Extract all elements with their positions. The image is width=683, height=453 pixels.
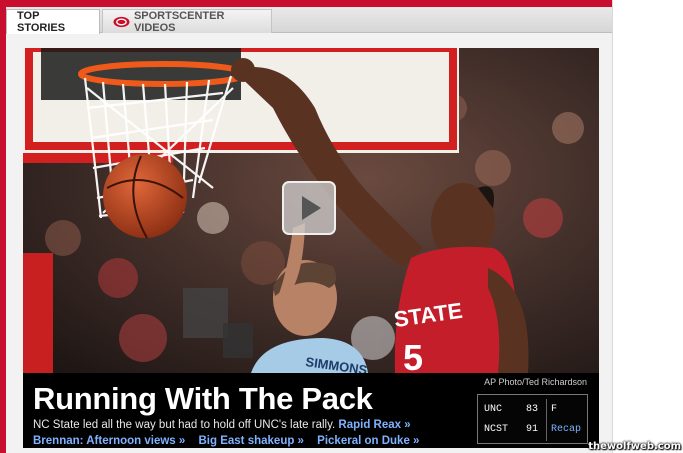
tab-sportscenter-videos-label: SPORTSCENTER VIDEOS [133,9,225,34]
story-summary-text: NC State led all the way but had to hold… [33,419,336,431]
tab-top-stories[interactable]: TOP STORIES [6,9,100,34]
scoreboard-row-team1: UNC 83 F [484,404,584,420]
team1-name: UNC [484,404,503,415]
tab-sportscenter-videos[interactable]: SPORTSCENTER VIDEOS [102,9,272,34]
pickeral-link[interactable]: Pickeral on Duke » [317,435,419,447]
play-icon [302,196,321,220]
team2-score: 91 [526,424,539,435]
related-links: Brennan: Afternoon views » Big East shak… [33,435,429,447]
tab-top-stories-label: TOP STORIES [17,10,66,34]
story-summary: NC State led all the way but had to hold… [33,419,411,431]
rapid-reax-link[interactable]: Rapid Reax » [338,419,410,431]
tab-bar: TOP STORIES SPORTSCENTER VIDEOS [6,7,612,34]
game-status: F [551,404,558,415]
team1-score: 83 [526,404,539,415]
photo-credit: AP Photo/Ted Richardson [484,377,587,387]
hero-image[interactable]: STATE 5 SIMMONS [23,48,599,373]
watermark: thewolfweb.com [588,441,681,452]
brennan-link[interactable]: Brennan: Afternoon views » [33,435,185,447]
story-caption: AP Photo/Ted Richardson Running With The… [23,373,599,448]
big-east-link[interactable]: Big East shakeup » [199,435,304,447]
team2-name: NCST [484,424,509,435]
scoreboard-row-team2: NCST 91 Recap [484,424,584,440]
play-video-button[interactable] [282,181,336,235]
top-red-bar [6,0,612,7]
scoreboard: UNC 83 F NCST 91 Recap [477,394,588,444]
story-headline[interactable]: Running With The Pack [33,381,373,417]
sportscenter-logo-icon [113,16,130,27]
recap-link[interactable]: Recap [551,424,581,435]
jersey-number: 5 [403,337,423,373]
